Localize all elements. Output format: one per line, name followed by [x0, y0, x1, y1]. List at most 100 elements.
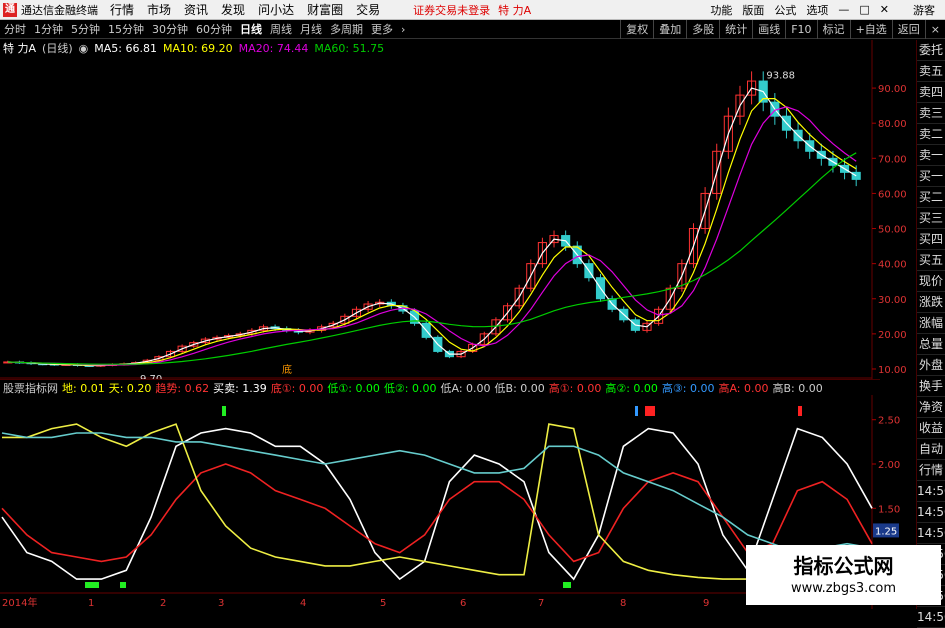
low-signal-marker — [85, 582, 99, 588]
menu-layout[interactable]: 版面 — [742, 2, 764, 18]
title-right-group: 功能 版面 公式 选项 — □ ✕ 游客 — [710, 2, 945, 18]
indicator-value: 低①: 0.00 — [327, 381, 380, 395]
x-tick-label: 4 — [300, 598, 306, 609]
menu-market[interactable]: 市场 — [147, 1, 171, 18]
tool-add-watchlist[interactable]: +自选 — [849, 19, 892, 39]
x-tick-label: 2 — [160, 598, 166, 609]
sidebar-item[interactable]: 换手 — [917, 376, 945, 397]
x-tick-label: 8 — [620, 598, 626, 609]
app-logo-icon: 通 — [3, 2, 17, 17]
tool-draw-line[interactable]: 画线 — [752, 19, 785, 39]
sidebar-item[interactable]: 委托 — [917, 40, 945, 61]
menu-ask[interactable]: 问小达 — [258, 1, 294, 18]
indicator-value: 高B: 0.00 — [772, 381, 823, 395]
indicator-value: 高③: 0.00 — [661, 381, 715, 395]
y-tick-label: 20.00 — [878, 330, 907, 341]
ind-y-tick-label: 2.00 — [878, 460, 900, 471]
period-1min[interactable]: 1分钟 — [34, 21, 63, 37]
sidebar-item[interactable]: 卖四 — [917, 82, 945, 103]
period-daily[interactable]: 日线 — [240, 21, 262, 37]
sidebar-item[interactable]: 收益 — [917, 418, 945, 439]
sidebar-item[interactable]: 14:50 — [917, 481, 945, 502]
tool-multi-stock[interactable]: 多股 — [686, 19, 719, 39]
x-tick-label: 9 — [703, 598, 709, 609]
y-tick-label: 50.00 — [878, 225, 907, 236]
sidebar-item[interactable]: 现价 — [917, 271, 945, 292]
sidebar-item[interactable]: 14:50 — [917, 607, 945, 628]
period-5min[interactable]: 5分钟 — [71, 21, 100, 37]
signal-marker — [222, 406, 226, 416]
period-bar: 分时 1分钟 5分钟 15分钟 30分钟 60分钟 日线 周线 月线 多周期 更… — [0, 19, 945, 39]
current-value-label: 1.25 — [875, 526, 897, 537]
tool-restore-rights[interactable]: 复权 — [620, 19, 653, 39]
sidebar-item[interactable]: 14:50 — [917, 523, 945, 544]
sidebar-item[interactable]: 卖一 — [917, 145, 945, 166]
tool-mark[interactable]: 标记 — [816, 19, 850, 39]
menu-formula[interactable]: 公式 — [774, 2, 796, 18]
minimize-icon[interactable]: — — [838, 3, 849, 16]
guest-label[interactable]: 游客 — [913, 2, 935, 18]
period-multi[interactable]: 多周期 — [330, 21, 363, 37]
ma20-value: MA20: 74.44 — [238, 41, 309, 55]
sidebar-item[interactable]: 买二 — [917, 187, 945, 208]
indicator-line — [1, 432, 873, 554]
login-status[interactable]: 证券交易未登录 — [413, 2, 490, 18]
period-weekly[interactable]: 周线 — [270, 21, 292, 37]
sidebar-item[interactable]: 净资 — [917, 397, 945, 418]
tool-f10[interactable]: F10 — [785, 19, 816, 39]
panel-close-icon[interactable]: × — [924, 19, 945, 39]
period-monthly[interactable]: 月线 — [300, 21, 322, 37]
sidebar-item[interactable]: 卖三 — [917, 103, 945, 124]
sidebar-item[interactable]: 14:50 — [917, 502, 945, 523]
indicator-line — [1, 463, 873, 563]
tool-statistics[interactable]: 统计 — [719, 19, 752, 39]
menu-function[interactable]: 功能 — [710, 2, 732, 18]
ind-y-tick-label: 1.50 — [878, 504, 900, 515]
period-15min[interactable]: 15分钟 — [108, 21, 144, 37]
x-tick-label: 1 — [88, 598, 94, 609]
indicator-value: 低B: 0.00 — [494, 381, 545, 395]
ma5-value: MA5: 66.81 — [94, 41, 157, 55]
y-tick-label: 80.00 — [878, 119, 907, 130]
tool-overlay[interactable]: 叠加 — [653, 19, 686, 39]
x-tick-label: 2014年 — [2, 596, 37, 609]
sidebar-item[interactable]: 买三 — [917, 208, 945, 229]
chevron-right-icon[interactable]: › — [401, 23, 405, 36]
sidebar-item[interactable]: 卖五 — [917, 61, 945, 82]
sidebar-item[interactable]: 买一 — [917, 166, 945, 187]
menu-options[interactable]: 选项 — [806, 2, 828, 18]
indicator-info-bar: 股票指标网 地: 0.01 天: 0.20 趋势: 0.62 买卖: 1.39 底①: 0… — [0, 379, 880, 395]
close-icon[interactable]: ✕ — [880, 3, 889, 16]
sidebar-item[interactable]: 总量 — [917, 334, 945, 355]
sidebar-item[interactable]: 行情 — [917, 460, 945, 481]
menu-wealth[interactable]: 财富圈 — [307, 1, 343, 18]
period-more[interactable]: 更多 — [371, 21, 393, 37]
ma60-line — [7, 152, 857, 365]
menu-news[interactable]: 资讯 — [184, 1, 208, 18]
chart-toolbar: 复权 叠加 多股 统计 画线 F10 标记 +自选 返回 × — [620, 19, 945, 39]
chart-area[interactable]: 90.00 80.00 70.00 60.00 50.00 40.00 30.00 20.00… — [0, 40, 917, 609]
sidebar-item[interactable]: 涨跌 — [917, 292, 945, 313]
sidebar-item[interactable]: 外盘 — [917, 355, 945, 376]
period-tick[interactable]: 分时 — [4, 21, 26, 37]
ma60-value: MA60: 51.75 — [314, 41, 385, 55]
x-tick-label: 3 — [218, 598, 224, 609]
indicator-value: 股票指标网 — [3, 381, 58, 395]
y-tick-label: 10.00 — [878, 365, 907, 376]
indicator-value: 底①: 0.00 — [270, 381, 324, 395]
tool-back[interactable]: 返回 — [891, 19, 925, 39]
menu-discover[interactable]: 发现 — [221, 1, 245, 18]
sidebar-item[interactable]: 涨幅 — [917, 313, 945, 334]
maximize-icon[interactable]: □ — [859, 3, 869, 16]
period-30min[interactable]: 30分钟 — [152, 21, 188, 37]
sidebar-item[interactable]: 买五 — [917, 250, 945, 271]
menu-quotes[interactable]: 行情 — [110, 1, 134, 18]
settings-icon[interactable]: ◉ — [79, 42, 89, 55]
sidebar-item[interactable]: 自动 — [917, 439, 945, 460]
sidebar-item[interactable]: 卖二 — [917, 124, 945, 145]
ind-y-tick-label: 2.50 — [878, 416, 900, 427]
menu-trade[interactable]: 交易 — [356, 1, 380, 18]
period-60min[interactable]: 60分钟 — [196, 21, 232, 37]
sidebar-item[interactable]: 买四 — [917, 229, 945, 250]
ma-info-bar: 特 力A (日线) ◉ MA5: 66.81 MA10: 69.20 MA20:… — [0, 40, 880, 56]
